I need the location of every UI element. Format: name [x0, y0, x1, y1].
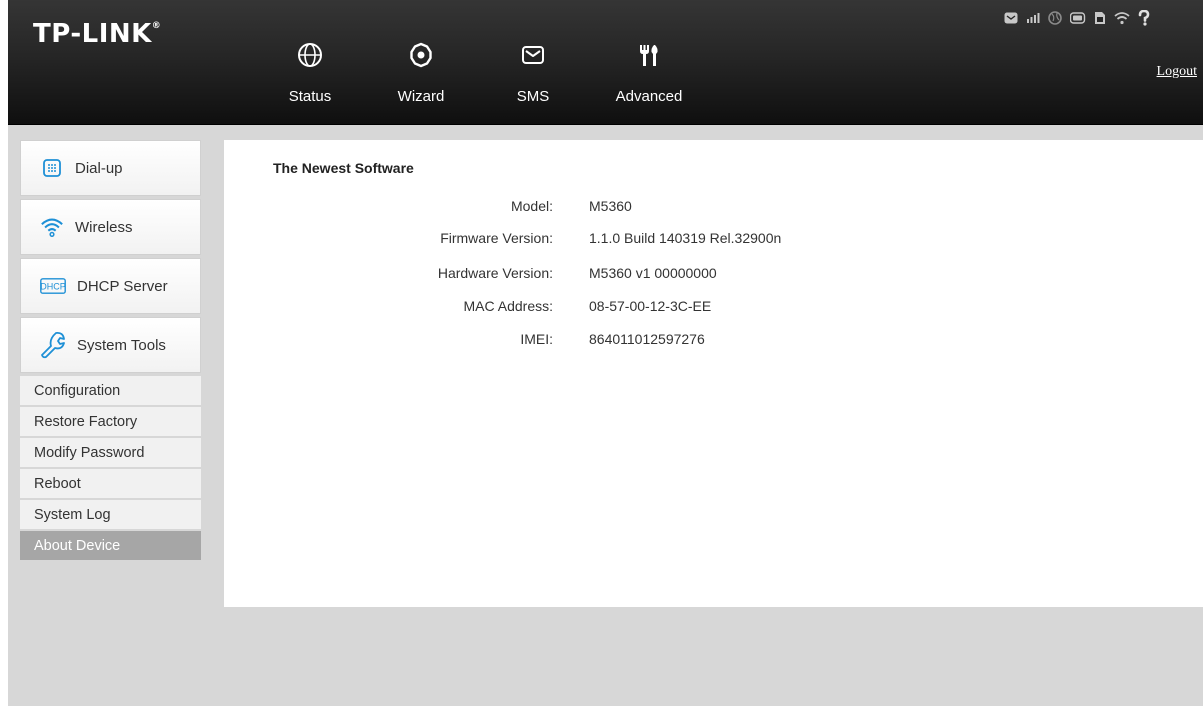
hardware-version-value: M5360 v1 00000000 — [589, 265, 717, 281]
tools-icon — [640, 45, 658, 66]
firmware-version-label: Firmware Version: — [440, 230, 553, 246]
wifi-icon — [40, 215, 64, 239]
sidebar: Dial-up Wireless DHCP DHCP Server System… — [20, 140, 201, 562]
nav-status[interactable]: Status — [265, 42, 355, 105]
help-icon[interactable] — [1138, 10, 1150, 26]
wrench-icon — [40, 331, 66, 359]
sidebar-subitem-about-device[interactable]: About Device — [20, 531, 201, 562]
sidebar-item-dial-up[interactable]: Dial-up — [20, 140, 201, 196]
dhcp-icon-text: DHCP — [40, 282, 66, 292]
model-label: Model: — [510, 198, 553, 214]
sidebar-item-wireless[interactable]: Wireless — [20, 199, 201, 255]
nav-advanced[interactable]: Advanced — [604, 42, 694, 105]
sidebar-item-label: Wireless — [75, 218, 133, 236]
nav-wizard-label: Wizard — [397, 88, 445, 105]
signal-bars-icon — [1027, 13, 1040, 23]
sidebar-item-label: System Tools — [77, 336, 166, 354]
imei-value: 864011012597276 — [589, 331, 705, 347]
sidebar-item-dhcp-server[interactable]: DHCP DHCP Server — [20, 258, 201, 314]
brand-logo: TP-LINK® — [33, 19, 161, 49]
sidebar-subitem-configuration[interactable]: Configuration — [20, 376, 201, 407]
nav-status-label: Status — [288, 88, 332, 105]
registered-mark: ® — [151, 21, 162, 31]
sidebar-subitem-modify-password[interactable]: Modify Password — [20, 438, 201, 469]
dhcp-icon: DHCP — [40, 274, 66, 298]
nav-sms[interactable]: SMS — [488, 42, 578, 105]
globe-icon — [1048, 11, 1062, 25]
envelope-icon — [522, 46, 544, 64]
app-frame: TP-LINK® Status Wizard SMS Advanced Logo… — [8, 0, 1203, 706]
firmware-version-value: 1.1.0 Build 140319 Rel.32900n — [589, 230, 782, 246]
content-panel: The Newest Software Model: M5360 Firmwar… — [224, 140, 1203, 607]
gear-icon — [410, 42, 432, 68]
sidebar-item-system-tools[interactable]: System Tools — [20, 317, 201, 373]
wifi-icon — [1114, 12, 1130, 25]
mac-address-value: 08-57-00-12-3C-EE — [589, 298, 712, 314]
logout-link[interactable]: Logout — [1157, 64, 1197, 80]
nav-advanced-label: Advanced — [615, 88, 683, 105]
nav-sms-label: SMS — [516, 88, 550, 105]
nav-wizard[interactable]: Wizard — [376, 42, 466, 105]
battery-icon — [1070, 12, 1086, 24]
globe-icon — [298, 43, 322, 67]
dialpad-icon — [40, 156, 64, 180]
info-row-imei: IMEI: 864011012597276 — [224, 331, 1203, 351]
model-value: M5360 — [589, 198, 632, 214]
imei-label: IMEI: — [520, 331, 553, 347]
hardware-version-label: Hardware Version: — [437, 265, 553, 281]
status-icons-bar — [1004, 10, 1150, 26]
sim-card-icon — [1095, 12, 1105, 24]
sidebar-item-label: Dial-up — [75, 159, 123, 177]
info-row-model: Model: M5360 — [224, 198, 1203, 218]
top-header: TP-LINK® Status Wizard SMS Advanced Logo… — [8, 0, 1203, 125]
sidebar-item-label: DHCP Server — [77, 277, 168, 295]
info-row-hardware: Hardware Version: M5360 v1 00000000 — [224, 265, 1203, 285]
mac-address-label: MAC Address: — [463, 298, 553, 314]
envelope-icon — [1004, 12, 1018, 24]
sidebar-subitem-reboot[interactable]: Reboot — [20, 469, 201, 500]
sidebar-subitem-system-log[interactable]: System Log — [20, 500, 201, 531]
section-title: The Newest Software — [273, 160, 414, 176]
brand-name: TP-LINK — [33, 19, 152, 49]
info-row-mac: MAC Address: 08-57-00-12-3C-EE — [224, 298, 1203, 318]
info-row-firmware: Firmware Version: 1.1.0 Build 140319 Rel… — [224, 230, 1203, 250]
sidebar-subitem-restore-factory[interactable]: Restore Factory — [20, 407, 201, 438]
